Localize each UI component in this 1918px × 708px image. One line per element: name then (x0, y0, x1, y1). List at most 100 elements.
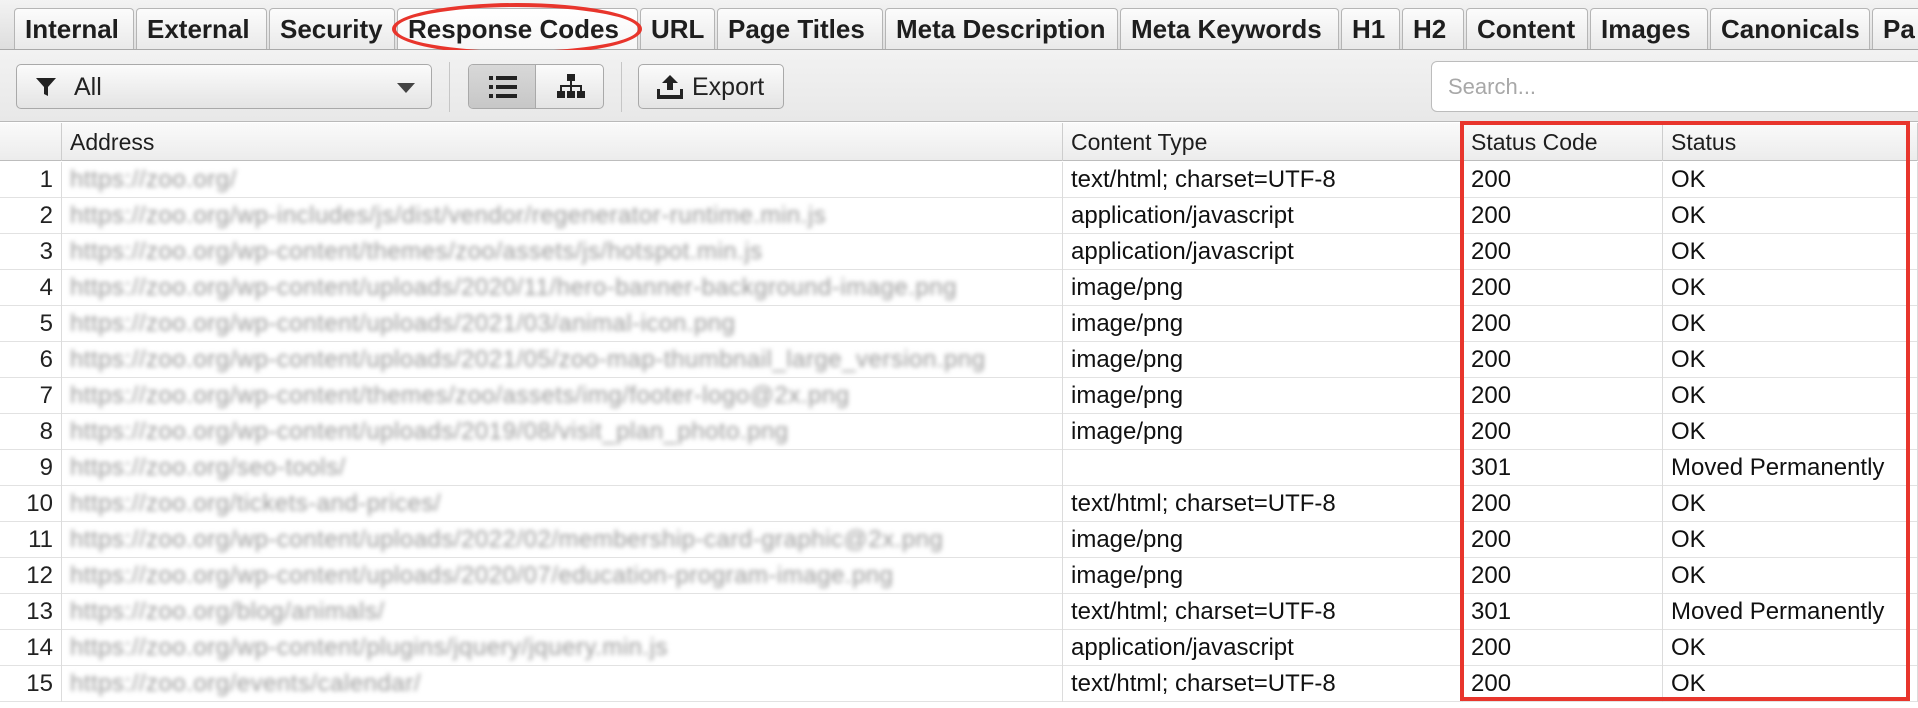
list-view-button[interactable] (469, 65, 536, 108)
row-number-cell: 8 (0, 414, 62, 450)
content-type-cell: image/png (1063, 414, 1463, 450)
chevron-down-icon (397, 83, 415, 93)
content-type-cell: application/javascript (1063, 234, 1463, 270)
status-column-header[interactable]: Status (1663, 123, 1918, 161)
row-number-cell: 10 (0, 486, 62, 522)
table-row[interactable]: 12 https://zoo.org/wp-content/uploads/202… (0, 558, 1918, 594)
content-type-cell: application/javascript (1063, 198, 1463, 234)
address-text: https://zoo.org/ (70, 166, 237, 193)
content-type-cell: application/javascript (1063, 630, 1463, 666)
table-row[interactable]: 14 https://zoo.org/wp-content/plugins/jqu… (0, 630, 1918, 666)
address-cell: https://zoo.org/wp-content/themes/zoo/as… (62, 234, 1063, 270)
tab-h2[interactable]: H2 (1402, 8, 1464, 49)
status-code-column-header[interactable]: Status Code (1463, 123, 1663, 161)
table-row[interactable]: 8 https://zoo.org/wp-content/uploads/2019… (0, 414, 1918, 450)
table-row[interactable]: 13 https://zoo.org/blog/animals/text/html… (0, 594, 1918, 630)
table-row[interactable]: 6 https://zoo.org/wp-content/uploads/2021… (0, 342, 1918, 378)
table-row[interactable]: 2 https://zoo.org/wp-includes/js/dist/ven… (0, 198, 1918, 234)
status-code-cell: 200 (1463, 666, 1663, 702)
table-row[interactable]: 10 https://zoo.org/tickets-and-prices/tex… (0, 486, 1918, 522)
tab-external[interactable]: External (136, 8, 267, 49)
status-code-cell: 301 (1463, 450, 1663, 486)
status-code-cell: 200 (1463, 558, 1663, 594)
row-number-cell: 2 (0, 198, 62, 234)
status-cell: OK (1663, 378, 1918, 414)
tab-bar: Internal External Security Response Codes UR… (0, 0, 1918, 50)
status-code-cell: 200 (1463, 270, 1663, 306)
tab-content[interactable]: Content (1466, 8, 1588, 49)
tab-page-titles[interactable]: Page Titles (717, 8, 883, 49)
tab-canonicals[interactable]: Canonicals (1710, 8, 1870, 49)
results-table: Address Content Type Status Code Status … (0, 123, 1918, 708)
address-column-header[interactable]: Address (62, 123, 1063, 161)
table-row[interactable]: 3 https://zoo.org/wp-content/themes/zoo/a… (0, 234, 1918, 270)
toolbar-separator (449, 62, 450, 112)
address-cell: https://zoo.org/ (62, 162, 1063, 198)
status-cell: OK (1663, 198, 1918, 234)
filter-value: All (74, 73, 102, 101)
status-cell: OK (1663, 234, 1918, 270)
tab-meta-description[interactable]: Meta Description (885, 8, 1118, 49)
tab-images[interactable]: Images (1590, 8, 1708, 49)
row-number-cell: 3 (0, 234, 62, 270)
table-row[interactable]: 1 https://zoo.org/text/html; charset=UTF-… (0, 162, 1918, 198)
tab-response-codes[interactable]: Response Codes (397, 8, 638, 49)
address-cell: https://zoo.org/wp-content/uploads/2020/… (62, 270, 1063, 306)
content-type-cell: image/png (1063, 342, 1463, 378)
row-number-cell: 14 (0, 630, 62, 666)
row-number-cell: 7 (0, 378, 62, 414)
row-number-cell: 11 (0, 522, 62, 558)
content-type-cell: text/html; charset=UTF-8 (1063, 486, 1463, 522)
row-number-cell: 13 (0, 594, 62, 630)
status-code-cell: 200 (1463, 234, 1663, 270)
content-type-cell: image/png (1063, 522, 1463, 558)
address-cell: https://zoo.org/seo-tools/ (62, 450, 1063, 486)
table-row[interactable]: 7 https://zoo.org/wp-content/themes/zoo/a… (0, 378, 1918, 414)
row-number-header[interactable] (0, 123, 62, 161)
status-code-cell: 200 (1463, 522, 1663, 558)
content-type-cell: image/png (1063, 378, 1463, 414)
row-number-cell: 12 (0, 558, 62, 594)
tab-internal[interactable]: Internal (14, 8, 134, 49)
content-type-cell: text/html; charset=UTF-8 (1063, 666, 1463, 702)
content-type-cell: image/png (1063, 306, 1463, 342)
status-cell: OK (1663, 486, 1918, 522)
tab-url[interactable]: URL (640, 8, 715, 49)
view-mode-toggle (468, 64, 604, 109)
address-text: https://zoo.org/wp-includes/js/dist/vend… (70, 202, 827, 229)
content-type-cell: image/png (1063, 558, 1463, 594)
toolbar: All Export Search... (0, 50, 1918, 122)
table-row[interactable]: 4 https://zoo.org/wp-content/uploads/2020… (0, 270, 1918, 306)
table-header: Address Content Type Status Code Status (0, 123, 1918, 161)
export-icon (657, 75, 683, 99)
status-cell: OK (1663, 162, 1918, 198)
tab-h1[interactable]: H1 (1341, 8, 1400, 49)
table-row[interactable]: 11 https://zoo.org/wp-content/uploads/202… (0, 522, 1918, 558)
status-code-cell: 200 (1463, 378, 1663, 414)
content-type-column-header[interactable]: Content Type (1063, 123, 1463, 161)
search-input[interactable] (1431, 61, 1918, 112)
address-text: https://zoo.org/seo-tools/ (70, 454, 346, 481)
status-cell: Moved Permanently (1663, 450, 1918, 486)
table-row[interactable]: 9 https://zoo.org/seo-tools/301 Moved Perm… (0, 450, 1918, 486)
status-code-cell: 200 (1463, 486, 1663, 522)
row-number-cell: 1 (0, 162, 62, 198)
status-code-cell: 200 (1463, 342, 1663, 378)
filter-dropdown[interactable]: All (16, 64, 432, 109)
row-number-cell: 9 (0, 450, 62, 486)
tab-meta-keywords[interactable]: Meta Keywords (1120, 8, 1339, 49)
export-button[interactable]: Export (638, 64, 784, 109)
status-cell: OK (1663, 630, 1918, 666)
tab-pa[interactable]: Pa (1872, 8, 1918, 49)
address-text: https://zoo.org/wp-content/uploads/2022/… (70, 526, 944, 553)
tree-view-button[interactable] (537, 65, 603, 108)
status-cell: OK (1663, 306, 1918, 342)
status-code-cell: 200 (1463, 306, 1663, 342)
status-code-cell: 200 (1463, 198, 1663, 234)
table-row[interactable]: 5 https://zoo.org/wp-content/uploads/2021… (0, 306, 1918, 342)
table-row[interactable]: 15 https://zoo.org/events/calendar/text/h… (0, 666, 1918, 702)
address-text: https://zoo.org/wp-content/plugins/jquer… (70, 634, 669, 661)
status-code-cell: 200 (1463, 414, 1663, 450)
list-icon (489, 76, 517, 98)
tab-security[interactable]: Security (269, 8, 395, 49)
